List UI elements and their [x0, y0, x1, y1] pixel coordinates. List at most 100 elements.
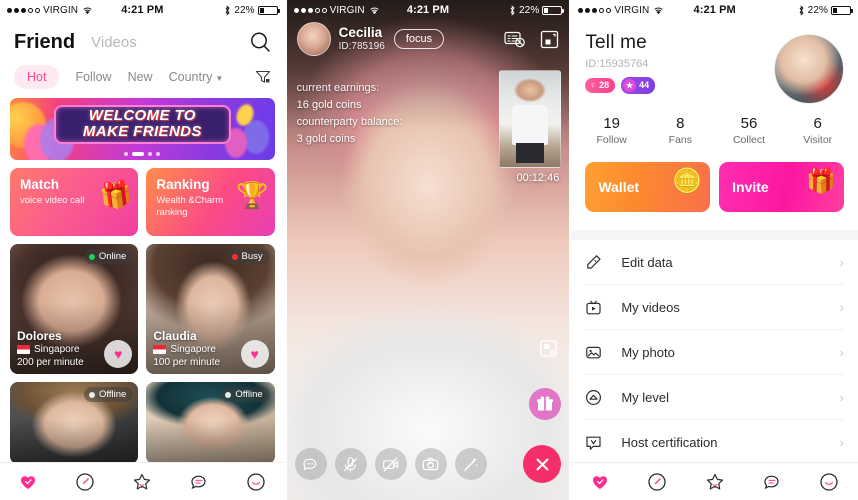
video-icon [585, 299, 607, 316]
nav-item-home[interactable] [0, 472, 57, 492]
gift-icon [536, 395, 554, 413]
self-video-preview[interactable] [499, 70, 562, 168]
signal-strength-icon [578, 7, 612, 13]
beauty-wand-icon[interactable] [454, 448, 487, 480]
stat-collect[interactable]: 56 Collect [715, 114, 784, 148]
balance-label: counterparty balance: [296, 116, 403, 128]
singapore-flag-icon [17, 345, 30, 354]
heart-icon [18, 472, 38, 492]
banner-line-2: MAKE FRIENDS [82, 123, 202, 140]
status-bar-left: VIRGIN [7, 5, 93, 16]
stat-value: 6 [813, 115, 822, 132]
mic-muted-icon[interactable] [334, 448, 367, 480]
stat-visitor[interactable]: 6 Visitor [783, 114, 852, 148]
menu-item-edit-data[interactable]: Edit data › [585, 240, 844, 285]
tab-videos[interactable]: Videos [91, 34, 137, 51]
stat-follow[interactable]: 19 Follow [577, 114, 646, 148]
balance-value: 3 gold coins [296, 133, 356, 145]
star-level-icon: ★ [623, 79, 637, 92]
nav-item-messages[interactable] [743, 472, 800, 492]
status-bar: VIRGIN 4:21 PM 22% [0, 0, 285, 20]
user-card-dolores[interactable]: Online Dolores Singapore 200 per minute … [10, 244, 139, 374]
wallet-label: Wallet [598, 179, 640, 195]
battery-icon [257, 5, 280, 15]
chat-bubble-icon[interactable] [294, 448, 327, 480]
caller-avatar[interactable] [296, 22, 331, 56]
chevron-right-icon: › [839, 299, 844, 315]
user-card-claudia[interactable]: Busy Claudia Singapore 100 per minute ♥ [146, 244, 275, 374]
certification-icon [585, 434, 607, 451]
menu-label: Host certification [621, 435, 718, 450]
invite-button[interactable]: Invite 🎁 [719, 162, 844, 212]
pip-expand-icon[interactable] [540, 340, 557, 357]
smiley-icon [819, 472, 839, 492]
banner-text: WELCOME TO MAKE FRIENDS [10, 108, 275, 140]
nav-item-discover[interactable] [57, 472, 114, 492]
wifi-icon [653, 6, 664, 15]
stat-value: 56 [740, 115, 758, 132]
ranking-card[interactable]: Ranking Wealth &Charm ranking 🏆 [146, 168, 275, 236]
bottom-navigation [0, 462, 285, 500]
nav-item-home[interactable] [571, 472, 628, 492]
status-label: Busy [241, 251, 263, 262]
singapore-flag-icon [153, 345, 167, 354]
bluetooth-icon [509, 4, 516, 16]
nav-item-profile[interactable] [801, 472, 858, 492]
stat-label: Collect [732, 134, 766, 146]
block-messages-icon[interactable] [504, 30, 526, 48]
tab-new[interactable]: New [128, 70, 153, 84]
tab-country[interactable]: Country ▼ [169, 70, 224, 84]
bluetooth-icon [224, 4, 231, 16]
camera-off-icon[interactable] [374, 448, 407, 480]
status-label: Online [98, 251, 127, 262]
profile-menu: Edit data › My videos › My photo › My le… [571, 240, 858, 465]
match-card[interactable]: Match voice video call 🎁 [10, 168, 139, 236]
menu-item-my-videos[interactable]: My videos › [585, 285, 844, 330]
screen-friend-list: VIRGIN 4:21 PM 22% Friend Videos Hot Fol… [0, 0, 285, 500]
status-badge: Busy [226, 249, 270, 264]
wallet-button[interactable]: Wallet 🪙 [585, 162, 711, 212]
carrier-label: VIRGIN [43, 4, 79, 16]
battery-icon [830, 5, 853, 15]
gift-open-icon: 🎁 [806, 168, 836, 195]
promo-banner[interactable]: WELCOME TO MAKE FRIENDS [10, 98, 275, 160]
stat-label: Visitor [803, 134, 833, 146]
banner-pagination[interactable] [10, 152, 275, 156]
user-card-4[interactable]: Offline [146, 382, 275, 464]
nav-item-favorites[interactable] [686, 472, 743, 492]
stat-label: Fans [668, 134, 692, 146]
nav-item-messages[interactable] [171, 472, 228, 492]
earnings-label: current earnings: [296, 82, 380, 94]
user-grid: Online Dolores Singapore 200 per minute … [10, 244, 275, 464]
profile-avatar[interactable] [773, 34, 844, 104]
focus-button[interactable]: focus [393, 29, 445, 49]
page-title: Friend [14, 30, 76, 53]
nav-item-favorites[interactable] [114, 472, 171, 492]
bottom-navigation [571, 462, 858, 500]
search-icon[interactable] [249, 31, 271, 53]
battery-icon [542, 5, 565, 15]
status-badge: Online [83, 249, 134, 264]
status-label: Offline [99, 389, 127, 400]
stat-fans[interactable]: 8 Fans [646, 114, 715, 148]
status-bar-right: 22% [509, 4, 565, 16]
menu-item-host-certification[interactable]: Host certification › [585, 420, 844, 465]
nav-item-profile[interactable] [228, 472, 285, 492]
like-heart-icon[interactable]: ♥ [240, 340, 269, 368]
chat-icon [189, 472, 209, 492]
minimize-screen-icon[interactable] [540, 30, 559, 49]
menu-item-my-level[interactable]: My level › [585, 375, 844, 420]
user-info: Claudia Singapore 100 per minute [153, 329, 220, 369]
compass-icon [647, 472, 667, 492]
tab-follow[interactable]: Follow [75, 70, 111, 84]
nav-item-discover[interactable] [629, 472, 686, 492]
menu-item-my-photo[interactable]: My photo › [585, 330, 844, 375]
user-rate: 200 per minute [17, 357, 84, 368]
filter-icon[interactable] [255, 69, 271, 85]
tab-hot[interactable]: Hot [14, 65, 60, 89]
end-call-icon[interactable] [523, 445, 562, 483]
star-icon [705, 472, 725, 492]
user-card-3[interactable]: Offline [10, 382, 139, 464]
switch-camera-icon[interactable] [414, 448, 447, 480]
user-name: Dolores [17, 329, 62, 343]
